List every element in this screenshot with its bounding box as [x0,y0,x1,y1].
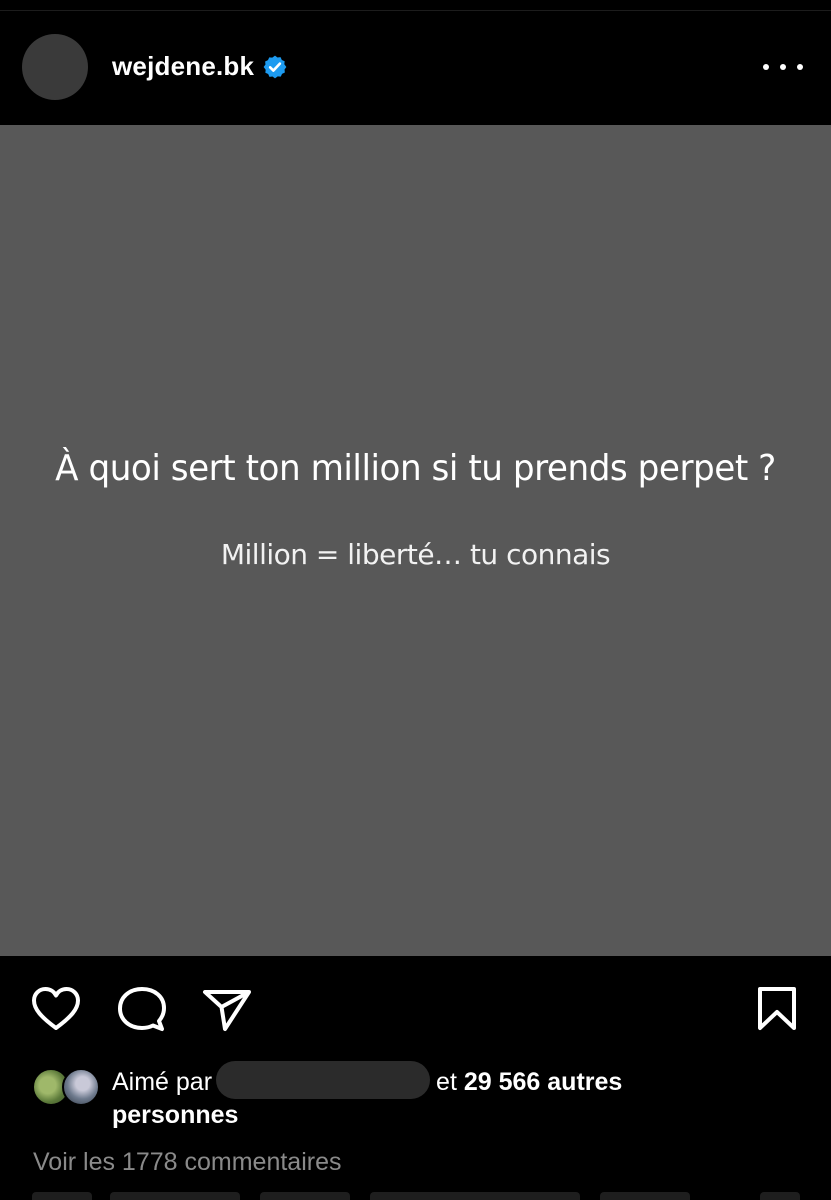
liker-avatars[interactable] [32,1068,102,1106]
comment-icon[interactable] [117,986,167,1034]
share-icon[interactable] [202,988,252,1032]
more-dot [797,64,803,70]
cropped-caption-row [0,1192,831,1200]
likes-connector: et [436,1068,457,1096]
redacted-username [216,1061,431,1100]
cropped-text-fragment [260,1192,350,1200]
likes-prefix: Aimé par [112,1068,213,1096]
username[interactable]: wejdene.bk [112,51,254,82]
profile-avatar[interactable] [22,34,88,100]
likes-count: 29 566 autres [463,1068,623,1096]
view-comments-link[interactable]: Voir les 1778 commentaires [33,1148,341,1177]
post-image[interactable]: À quoi sert ton million si tu prends per… [0,125,831,956]
post-header: wejdene.bk [0,11,831,125]
cropped-text-fragment [370,1192,580,1200]
liker-avatar [62,1068,100,1106]
cropped-text-fragment [600,1192,690,1200]
more-dot [780,64,786,70]
heart-icon[interactable] [31,986,81,1032]
instagram-post-screen: wejdene.bk À quoi sert ton million si tu… [0,0,831,1200]
username-block[interactable]: wejdene.bk [112,51,288,82]
verified-badge-icon [263,55,287,78]
post-actions-bar [0,956,831,1060]
post-subline: Million = liberté… tu connais [220,538,611,571]
bookmark-icon[interactable] [756,986,798,1032]
cropped-text-fragment [110,1192,240,1200]
more-options-icon[interactable] [763,57,803,77]
likes-suffix: personnes [112,1101,239,1130]
more-dot [763,64,769,70]
likes-summary[interactable]: Aimé par et 29 566 autres personnes [112,1061,752,1131]
cropped-text-fragment [760,1192,800,1200]
post-headline: À quoi sert ton million si tu prends per… [55,448,776,489]
cropped-text-fragment [32,1192,92,1200]
